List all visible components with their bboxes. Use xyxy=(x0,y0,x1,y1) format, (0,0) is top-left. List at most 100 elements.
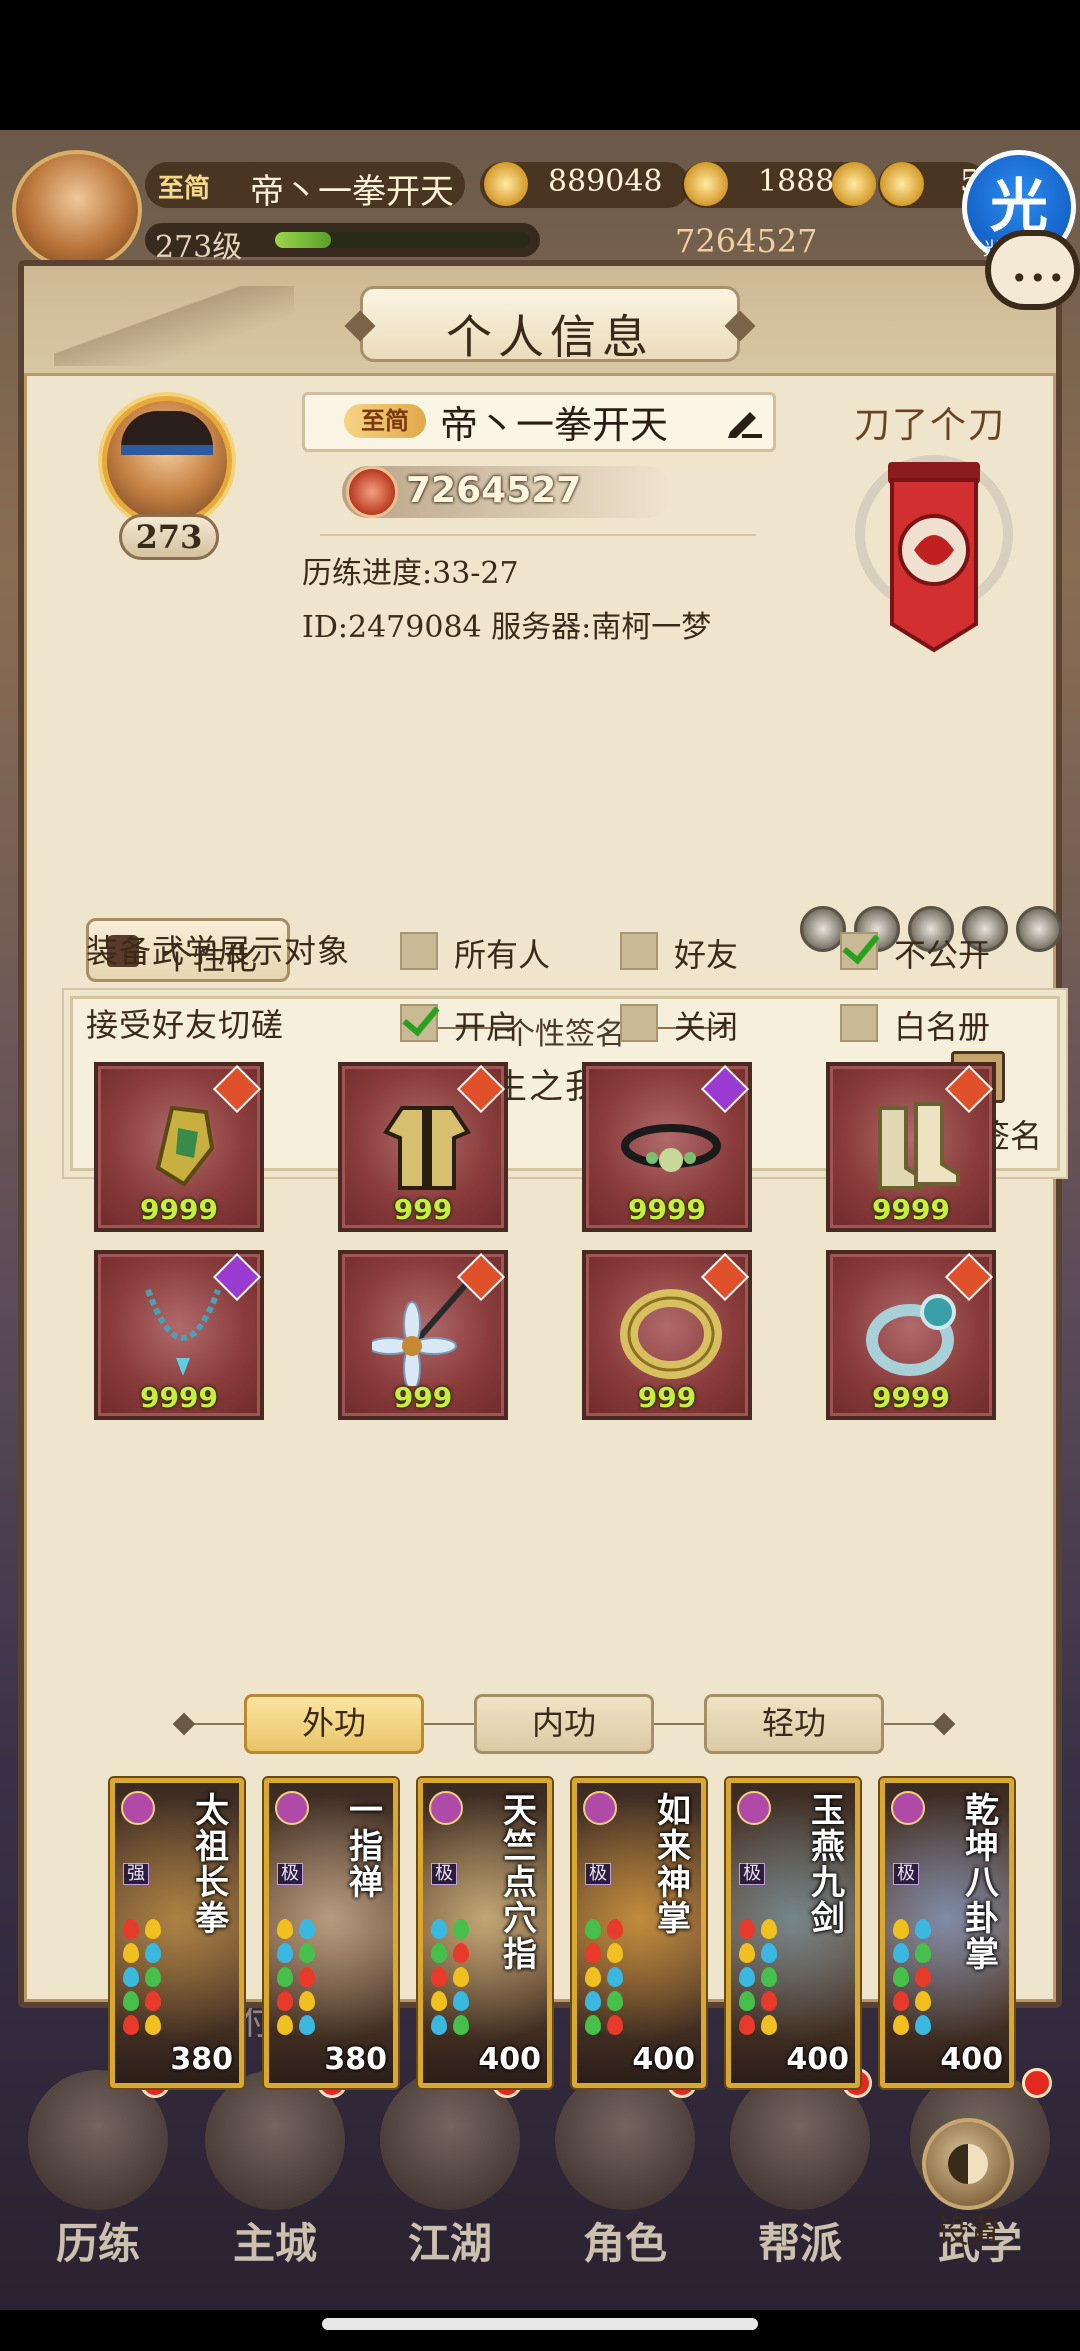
skill-rank: 极 xyxy=(585,1863,611,1885)
gem-icon xyxy=(453,1943,469,1963)
gem-icon xyxy=(585,1919,601,1939)
skill-gems xyxy=(277,1919,331,2049)
gem-icon xyxy=(915,1991,931,2011)
gem-icon xyxy=(761,1919,777,1939)
nav-label: 主城 xyxy=(232,2219,317,2268)
personal-info-panel: 个人信息 273 至简 帝丶一拳开天 7264527 刀了个刀 个性化 个性签名 xyxy=(18,260,1062,2250)
gem-icon xyxy=(431,1967,447,1987)
item-count: 9999 xyxy=(872,1381,950,1414)
settings-button[interactable] xyxy=(922,2118,1014,2210)
skill-card[interactable]: 乾坤八卦掌 极 400 xyxy=(880,1778,1014,2088)
checkbox-checked[interactable] xyxy=(400,1004,438,1042)
gem-icon xyxy=(299,1943,315,1963)
skill-card[interactable]: 太祖长拳 强 380 xyxy=(110,1778,244,2088)
nav-label: 历练 xyxy=(55,2219,140,2268)
avatar-headband xyxy=(121,445,213,455)
settings-label: 设置 xyxy=(936,2212,1001,2250)
skill-gems xyxy=(893,1919,947,2049)
ring-gold-icon xyxy=(620,1289,722,1379)
option-label: 关闭 xyxy=(674,1008,739,1046)
tab-external[interactable]: 外功 xyxy=(244,1694,424,1754)
title-plate: 个人信息 xyxy=(344,286,756,364)
equip-slot-gauntlet[interactable]: 9999 xyxy=(94,1062,264,1232)
display-target-label: 装备武学展示对象 xyxy=(86,932,351,970)
gem-icon xyxy=(915,1967,931,1987)
tab-internal[interactable]: 内功 xyxy=(474,1694,654,1754)
skill-card[interactable]: 玉燕九剑 极 400 xyxy=(726,1778,860,2088)
avatar[interactable] xyxy=(102,396,232,526)
item-count: 999 xyxy=(393,1193,453,1226)
tab-lightness[interactable]: 轻功 xyxy=(704,1694,884,1754)
skill-rank: 强 xyxy=(123,1863,149,1885)
equip-slot-necklace[interactable]: 9999 xyxy=(94,1250,264,1420)
accept-duel-label: 接受好友切磋 xyxy=(86,1006,285,1044)
skill-card[interactable]: 一指禅极 380 xyxy=(264,1778,398,2088)
gem-icon xyxy=(299,2015,315,2035)
gem-icon xyxy=(739,2015,755,2035)
edit-name-icon[interactable] xyxy=(722,406,764,440)
checkbox[interactable] xyxy=(620,1004,658,1042)
equip-slot-boots[interactable]: 9999 xyxy=(826,1062,996,1232)
skill-gems xyxy=(585,1919,639,2049)
gauntlet-icon xyxy=(155,1105,215,1187)
gem-icon xyxy=(585,1943,601,1963)
power-icon xyxy=(346,466,398,518)
id-server-text: ID:2479084 服务器:南柯一梦 xyxy=(302,610,712,645)
checkbox-checked[interactable] xyxy=(840,932,878,970)
option-label: 好友 xyxy=(674,936,739,974)
plus-icon[interactable] xyxy=(832,162,876,206)
equip-slot-armor[interactable]: 999 xyxy=(338,1062,508,1232)
checkbox[interactable] xyxy=(840,1004,878,1042)
diamond-icon xyxy=(172,1712,196,1736)
gem-icon xyxy=(607,1943,623,1963)
skill-gems xyxy=(431,1919,485,2049)
item-count: 999 xyxy=(393,1381,453,1414)
gem-icon xyxy=(123,2015,139,2035)
home-indicator[interactable] xyxy=(322,2318,758,2330)
gem-icon xyxy=(299,1991,315,2011)
equip-slot-ring-gold[interactable]: 999 xyxy=(582,1250,752,1420)
yin-yang-icon xyxy=(948,2144,988,2184)
vip-badge: 至简 xyxy=(158,174,211,204)
gem-icon xyxy=(277,1991,293,2011)
checkbox[interactable] xyxy=(400,932,438,970)
gem-icon xyxy=(739,1967,755,1987)
divider xyxy=(320,534,756,536)
chat-button[interactable]: ••• xyxy=(985,230,1080,310)
top-status-bar: 至简 帝丶一拳开天 889048 1888 5 273级 7264527 xyxy=(0,140,1080,270)
guild-banner-icon[interactable] xyxy=(854,454,1014,654)
skill-rank: 极 xyxy=(431,1863,457,1885)
equip-slot-belt[interactable]: 9999 xyxy=(582,1062,752,1232)
gem-icon xyxy=(915,1943,931,1963)
ingot-value: 1888 xyxy=(758,164,835,199)
gem-icon xyxy=(607,1991,623,2011)
gem-icon xyxy=(277,1919,293,1939)
skill-name: 天竺点穴指 xyxy=(503,1791,537,1975)
gem-icon xyxy=(299,1919,315,1939)
sect-emblem-icon xyxy=(737,1791,771,1825)
nav-label: 角色 xyxy=(582,2219,667,2268)
belt-icon xyxy=(621,1124,721,1172)
skill-rank: 极 xyxy=(739,1863,765,1885)
mountain-decoration xyxy=(54,286,294,366)
gem-icon xyxy=(739,1919,755,1939)
badge-icon[interactable] xyxy=(1016,906,1062,952)
checkbox[interactable] xyxy=(620,932,658,970)
option-label: 不公开 xyxy=(894,936,991,974)
skill-tab-row: 外功 内功 轻功 xyxy=(172,1694,956,1754)
skill-cards: 太祖长拳 强 380 一指禅极 380 天竺点穴指 极 400 如来神掌 极 400 玉燕九剑 极 400… xyxy=(70,1758,1060,2098)
skill-card[interactable]: 天竺点穴指 极 400 xyxy=(418,1778,552,2088)
gem-icon xyxy=(431,2015,447,2035)
equip-slot-hairpin[interactable]: 999 xyxy=(338,1250,508,1420)
gem-icon xyxy=(607,2015,623,2035)
equip-slot-ring-jade[interactable]: 9999 xyxy=(826,1250,996,1420)
gem-icon xyxy=(431,1919,447,1939)
ring-jade-icon xyxy=(866,1294,956,1376)
skill-card[interactable]: 如来神掌 极 400 xyxy=(572,1778,706,2088)
skill-rank: 极 xyxy=(893,1863,919,1885)
skill-rank: 极 xyxy=(277,1863,303,1885)
gold-icon xyxy=(880,162,924,206)
guild-name: 刀了个刀 xyxy=(854,405,1007,446)
player-avatar[interactable] xyxy=(12,150,142,270)
gem-icon xyxy=(453,1919,469,1939)
